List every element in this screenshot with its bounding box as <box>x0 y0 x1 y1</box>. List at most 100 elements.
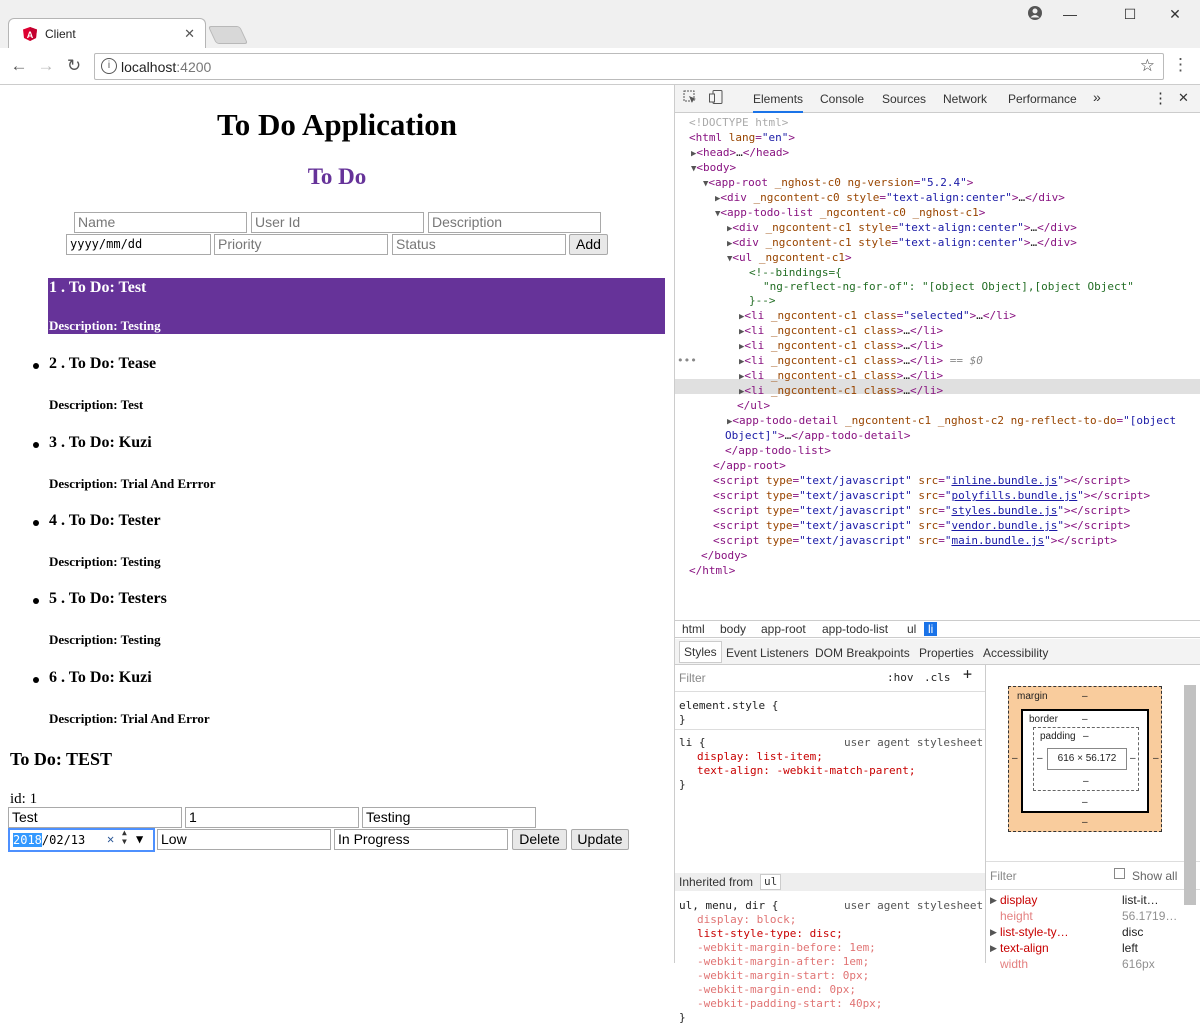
dom-line[interactable]: <html lang="en"> <box>689 130 795 145</box>
profile-icon[interactable] <box>1020 6 1050 23</box>
dom-line[interactable]: Object]">…</app-todo-detail> <box>725 428 910 443</box>
back-icon[interactable]: ← <box>9 56 29 76</box>
tab-sources[interactable]: Sources <box>882 92 926 106</box>
reload-icon[interactable]: ↻ <box>64 56 84 76</box>
ul-selector[interactable]: ul, menu, dir { <box>679 899 778 913</box>
crumb-app-todo-list[interactable]: app-todo-list <box>822 622 888 636</box>
browser-menu-icon[interactable]: ⋮ <box>1172 55 1189 75</box>
ul-rule[interactable]: -webkit-margin-end: 0px; <box>697 983 856 997</box>
clear-date-icon[interactable]: ✕ <box>107 831 114 848</box>
dom-line[interactable]: <script type="text/javascript" src="poly… <box>713 488 1150 503</box>
ul-rule[interactable]: display: block; <box>697 913 796 927</box>
computed-row[interactable]: height 56.1719… <box>986 909 1200 925</box>
date-year-segment[interactable]: 2018 <box>13 833 42 847</box>
date-input[interactable]: yyyy/mm/dd <box>66 234 211 255</box>
dom-line[interactable]: <script type="text/javascript" src="main… <box>713 533 1117 548</box>
dom-line[interactable]: <script type="text/javascript" src="inli… <box>713 473 1130 488</box>
add-button[interactable]: Add <box>569 234 608 255</box>
dom-tree[interactable]: <!DOCTYPE html> <html lang="en"> ▶<head>… <box>675 113 1200 618</box>
dom-comment[interactable]: <!--bindings={ <box>749 265 842 280</box>
add-rule-icon[interactable]: + <box>963 667 972 682</box>
address-bar[interactable]: i localhost:4200 ☆ <box>94 53 1164 80</box>
delete-button[interactable]: Delete <box>512 829 567 850</box>
tab-properties[interactable]: Properties <box>919 646 974 660</box>
ul-rule[interactable]: -webkit-margin-after: 1em; <box>697 955 869 969</box>
crumb-li[interactable]: li <box>924 622 938 636</box>
dom-comment[interactable]: "ng-reflect-ng-for-of": "[object Object]… <box>763 279 1134 294</box>
tab-dom-breakpoints[interactable]: DOM Breakpoints <box>815 646 910 660</box>
forward-icon[interactable]: → <box>36 56 56 76</box>
computed-row[interactable]: ▶ display list-it… <box>986 893 1200 909</box>
detail-priority-input[interactable]: Low <box>157 829 331 850</box>
priority-input[interactable]: Priority <box>214 234 388 255</box>
tab-event-listeners[interactable]: Event Listeners <box>726 646 809 660</box>
dom-line[interactable]: </body> <box>701 548 747 563</box>
computed-filter-input[interactable]: Filter <box>990 869 1017 883</box>
dom-line[interactable]: <script type="text/javascript" src="styl… <box>713 503 1130 518</box>
inspect-element-icon[interactable] <box>683 90 697 107</box>
li-selector[interactable]: li { <box>679 736 706 750</box>
dom-line[interactable]: </app-todo-list> <box>725 443 831 458</box>
tab-close-icon[interactable]: ✕ <box>184 26 195 42</box>
devtools-menu-icon[interactable]: ⋮ <box>1153 89 1168 107</box>
dom-line[interactable]: </app-root> <box>713 458 786 473</box>
crumb-body[interactable]: body <box>720 622 746 636</box>
device-toolbar-icon[interactable] <box>709 90 723 107</box>
tab-console[interactable]: Console <box>820 92 864 106</box>
todo-item[interactable]: 4 . To Do: Tester Description: Testing <box>0 507 674 583</box>
dom-line[interactable]: <script type="text/javascript" src="vend… <box>713 518 1130 533</box>
minimize-icon[interactable]: — <box>1055 6 1085 22</box>
show-all-checkbox[interactable] <box>1114 868 1125 879</box>
maximize-icon[interactable]: ☐ <box>1115 6 1145 23</box>
margin-box[interactable]: margin – – – – border – – padding – – – … <box>1008 686 1162 832</box>
padding-box[interactable]: padding – – – – 616 × 56.172 <box>1033 727 1139 791</box>
scrollbar[interactable] <box>1184 685 1196 905</box>
bookmark-star-icon[interactable]: ☆ <box>1140 56 1155 76</box>
todo-item[interactable]: 6 . To Do: Kuzi Description: Trial And E… <box>0 664 674 740</box>
info-icon[interactable]: i <box>101 58 117 74</box>
tab-accessibility[interactable]: Accessibility <box>983 646 1048 660</box>
todo-item[interactable]: 2 . To Do: Tease Description: Test <box>0 350 674 426</box>
detail-status-input[interactable]: In Progress <box>334 829 508 850</box>
content-box[interactable]: 616 × 56.172 <box>1047 748 1127 770</box>
computed-row[interactable]: ▶ list-style-ty… disc <box>986 925 1200 941</box>
computed-row[interactable]: width 616px <box>986 957 1200 973</box>
cls-toggle[interactable]: .cls <box>924 671 951 685</box>
dom-line[interactable]: </html> <box>689 563 735 578</box>
description-input[interactable]: Description <box>428 212 601 233</box>
detail-userid-input[interactable]: 1 <box>185 807 359 828</box>
todo-item[interactable]: 3 . To Do: Kuzi Description: Trial And E… <box>0 429 674 505</box>
dom-ellipsis-icon[interactable]: ••• <box>677 353 697 368</box>
li-text-align-rule[interactable]: text-align: -webkit-match-parent; <box>697 764 916 778</box>
detail-date-input[interactable]: 2018/02/13 ✕ ▲ ▼ ▼ <box>8 828 155 852</box>
dom-line[interactable]: <!DOCTYPE html> <box>689 115 788 130</box>
todo-item-selected[interactable]: 1 . To Do: Test Description: Testing <box>48 278 665 334</box>
detail-name-input[interactable]: Test <box>8 807 182 828</box>
inherited-tag[interactable]: ul <box>760 874 782 890</box>
expand-icon[interactable]: ▶ <box>990 895 997 906</box>
browser-tab[interactable]: A Client ✕ <box>8 18 206 48</box>
date-dropdown-icon[interactable]: ▼ <box>136 831 143 848</box>
more-tabs-icon[interactable]: » <box>1093 89 1101 105</box>
dom-comment[interactable]: }--> <box>749 293 776 308</box>
styles-filter-input[interactable]: Filter <box>679 671 706 685</box>
devtools-close-icon[interactable]: ✕ <box>1178 90 1189 106</box>
ul-rule[interactable]: list-style-type: disc; <box>697 927 843 941</box>
crumb-app-root[interactable]: app-root <box>761 622 806 636</box>
crumb-ul[interactable]: ul <box>907 622 916 636</box>
expand-icon[interactable]: ▶ <box>990 927 997 938</box>
dom-line[interactable]: </ul> <box>737 398 770 413</box>
tab-styles[interactable]: Styles <box>679 641 722 663</box>
computed-row[interactable]: ▶ text-align left <box>986 941 1200 957</box>
todo-item[interactable]: 5 . To Do: Testers Description: Testing <box>0 585 674 661</box>
expand-icon[interactable]: ▶ <box>990 943 997 954</box>
tab-network[interactable]: Network <box>943 92 987 106</box>
status-input[interactable]: Status <box>392 234 566 255</box>
ul-rule[interactable]: -webkit-margin-before: 1em; <box>697 941 876 955</box>
ul-rule[interactable]: -webkit-padding-start: 40px; <box>697 997 882 1011</box>
date-rest-segment[interactable]: /02/13 <box>42 833 85 847</box>
detail-description-input[interactable]: Testing <box>362 807 536 828</box>
window-close-icon[interactable]: ✕ <box>1160 6 1190 23</box>
userid-input[interactable]: User Id <box>251 212 424 233</box>
element-style-selector[interactable]: element.style { <box>679 699 778 713</box>
